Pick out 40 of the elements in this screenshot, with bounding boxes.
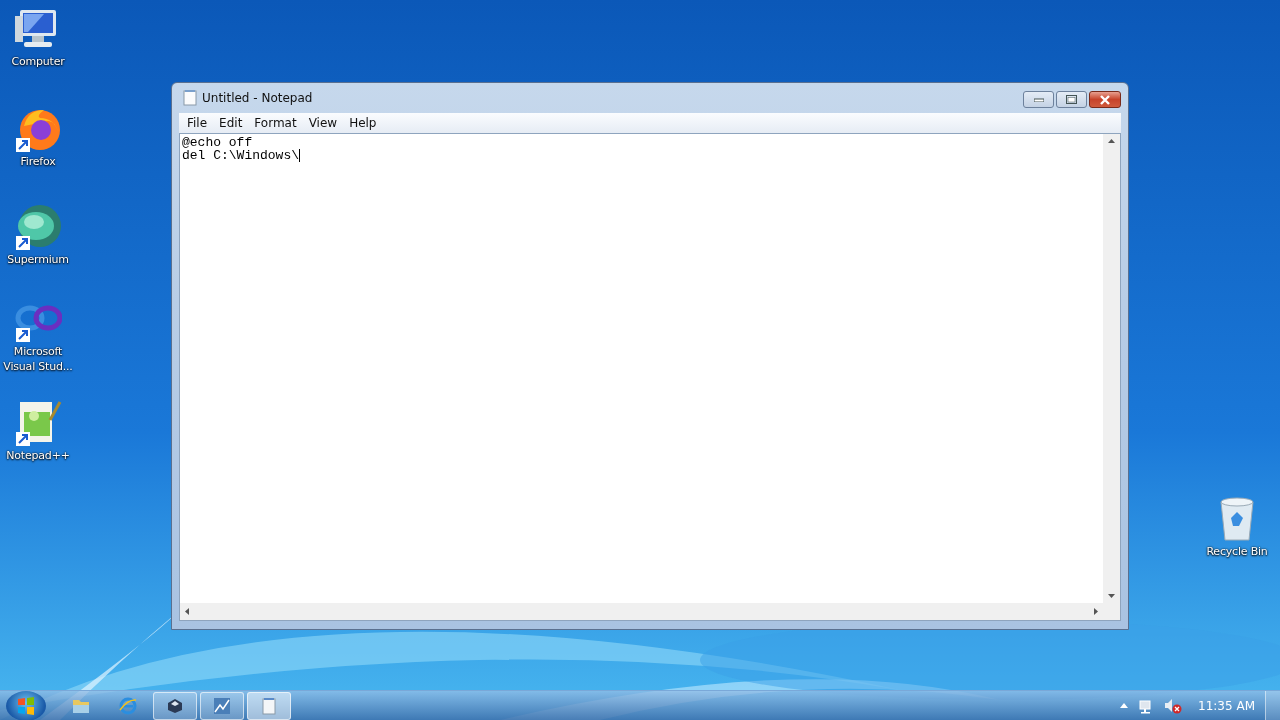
chart-window-icon bbox=[213, 696, 231, 715]
minimize-button[interactable] bbox=[1023, 91, 1054, 108]
show-hidden-icons-icon[interactable] bbox=[1120, 703, 1129, 708]
desktop-icon-label[interactable]: Supermium bbox=[0, 252, 76, 267]
desktop-icon-label[interactable]: Computer bbox=[0, 54, 76, 69]
horizontal-scrollbar[interactable] bbox=[180, 603, 1103, 620]
desktop-icon-label[interactable]: Firefox bbox=[0, 154, 76, 169]
browser-e-icon bbox=[119, 696, 137, 715]
desktop-icon-label[interactable]: Notepad++ bbox=[0, 448, 76, 463]
vertical-scrollbar[interactable] bbox=[1103, 134, 1120, 603]
menu-item[interactable]: Edit bbox=[213, 116, 249, 130]
cube-icon bbox=[167, 697, 183, 714]
maximize-icon bbox=[1066, 95, 1077, 104]
sphere-icon bbox=[14, 204, 62, 250]
menu-item[interactable]: Help bbox=[343, 116, 383, 130]
notepad-icon bbox=[261, 696, 277, 715]
muted-speaker-icon[interactable] bbox=[1164, 697, 1183, 714]
window-title: Untitled - Notepad bbox=[202, 91, 313, 105]
menu-item[interactable]: File bbox=[181, 116, 214, 130]
menu-item[interactable]: View bbox=[302, 116, 344, 130]
start-button[interactable] bbox=[6, 690, 46, 720]
windows-logo-icon bbox=[17, 696, 35, 715]
taskbar-button[interactable] bbox=[153, 691, 197, 720]
scroll-right-icon[interactable] bbox=[1094, 608, 1098, 615]
scroll-down-icon[interactable] bbox=[1108, 594, 1115, 598]
close-button[interactable] bbox=[1089, 91, 1121, 108]
folder-icon bbox=[72, 697, 90, 714]
minimize-icon bbox=[1033, 97, 1044, 102]
desktop-icon-label[interactable]: Microsoft Visual Stud... bbox=[0, 344, 76, 374]
show-desktop-button[interactable] bbox=[1265, 691, 1280, 720]
maximize-button[interactable] bbox=[1056, 91, 1087, 108]
notepad-icon bbox=[183, 90, 197, 106]
scroll-up-icon[interactable] bbox=[1108, 139, 1115, 143]
scroll-left-icon[interactable] bbox=[185, 608, 189, 615]
menu-item[interactable]: Format bbox=[248, 116, 303, 130]
notepad-chameleon-icon bbox=[14, 400, 62, 446]
text-cursor bbox=[299, 149, 301, 162]
close-icon bbox=[1099, 94, 1111, 105]
recycle-bin-icon bbox=[1217, 496, 1257, 542]
desktop-icon-label[interactable]: Recycle Bin bbox=[1198, 544, 1276, 559]
